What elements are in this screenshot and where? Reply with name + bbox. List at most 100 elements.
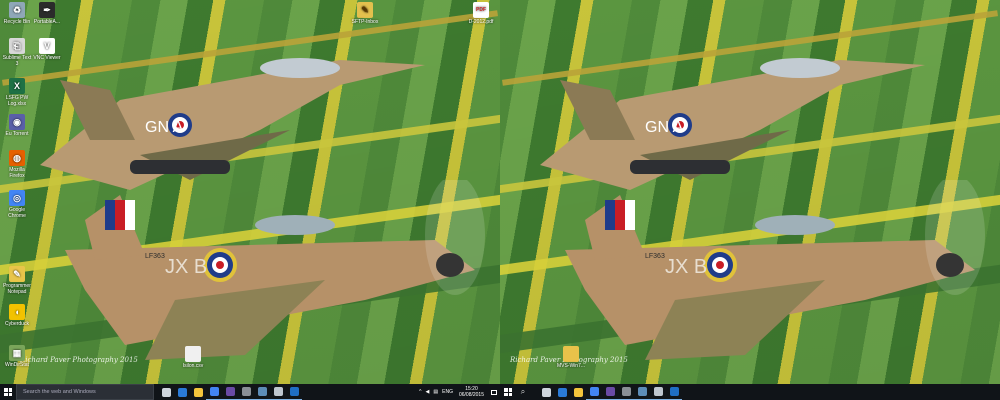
task-view-2-icon [541, 387, 551, 397]
putty-2-icon [637, 387, 647, 396]
desktop-icon-label: VNC Viewer [33, 55, 61, 61]
recycle-bin-icon: ♻ [9, 2, 25, 18]
outlook-icon [289, 387, 299, 396]
sublime-text-icon: ⎗ [9, 38, 25, 54]
desktop-icon-sftp[interactable]: ✎ SFTP-Inbox [350, 2, 380, 25]
windows-logo-icon [4, 388, 12, 396]
vnc-viewer-icon: V [39, 38, 55, 54]
ftp-tool-icon: ✎ [357, 2, 373, 18]
desktop-icon-item[interactable]: ✎ Programmer Notepad [2, 266, 32, 295]
media-player-button-2[interactable] [602, 384, 618, 400]
desktop-icon-label: Mozilla Firefox [9, 167, 25, 179]
desktop-icon-item[interactable]: ◎ Google Chrome [2, 190, 32, 219]
app-grey-icon [241, 387, 251, 396]
search-input[interactable]: Search the web and Windows [16, 384, 154, 400]
edge-icon [177, 387, 187, 397]
taskbar: Search the web and Windows ^ ◀ ▤ ENG 15:… [0, 384, 500, 400]
edge-button[interactable] [174, 384, 190, 400]
app-grey-button-2[interactable] [618, 384, 634, 400]
outlook-button-2[interactable] [666, 384, 682, 400]
putty-button-2[interactable] [634, 384, 650, 400]
language-indicator[interactable]: ENG [442, 389, 453, 395]
start-button[interactable] [0, 384, 16, 400]
putty-button[interactable] [254, 384, 270, 400]
file-explorer-button-2[interactable] [570, 384, 586, 400]
desktop-icon-item[interactable]: ♻ Recycle Bin [2, 2, 32, 25]
network-tool-2-icon [653, 387, 663, 396]
typhoon-code-text-2: GN A [645, 119, 684, 136]
outlook-button[interactable] [286, 384, 302, 400]
file-explorer-2-icon [573, 387, 583, 397]
portable-apps-icon: ✒ [39, 2, 55, 18]
edge-2-icon [557, 387, 567, 397]
media-player-button[interactable] [222, 384, 238, 400]
desktop-icon-item[interactable]: ◍ Mozilla Firefox [2, 150, 32, 179]
text-file-icon [185, 346, 201, 362]
desktop-icon-item[interactable]: ▦ WinDirStat [2, 345, 32, 368]
excel-file-icon: X [9, 78, 25, 94]
windirstat-icon: ▦ [9, 345, 25, 361]
torrent-icon: ◉ [9, 114, 25, 130]
desktop-icon-label: MVS-Win7... [556, 363, 586, 369]
volume-icon[interactable]: ◀ [426, 389, 430, 395]
chrome-taskbar-button[interactable] [206, 384, 222, 400]
putty-icon [257, 387, 267, 396]
desktop-icon-item[interactable]: ⎗ Sublime Text 3 [2, 38, 32, 67]
search-icon[interactable]: ⌕ [516, 384, 530, 400]
desktop-wallpaper-2: GN A JX B LF363 Richard Paver Photograph… [500, 0, 1000, 384]
media-player-2-icon [605, 387, 615, 396]
desktop-icon-label: D-2012.pdf [468, 19, 494, 25]
hurricane-code-text: JX B [165, 256, 207, 278]
chevron-up-icon[interactable]: ^ [419, 389, 421, 395]
network-tool-icon [273, 387, 283, 396]
chrome-taskbar-icon [209, 387, 219, 396]
desktop-icon-label: Sublime Text 3 [2, 55, 32, 67]
media-player-icon [225, 387, 235, 396]
clock-date: 06/08/2015 [458, 392, 484, 398]
chrome-taskbar-2-icon [589, 387, 599, 396]
desktop-icon-mvs[interactable]: MVS-Win7... [556, 346, 586, 369]
desktop-icon-isilon[interactable]: Isilon.csv [178, 346, 208, 369]
desktop-icon-item[interactable]: ✒ PortableA... [32, 2, 62, 25]
typhoon-jet-image: GN A [40, 40, 440, 200]
hurricane-plane-image: JX B LF363 [65, 180, 495, 370]
chrome-taskbar-button-2[interactable] [586, 384, 602, 400]
notepad-icon: ✎ [9, 266, 25, 282]
taskbar-apps-2 [538, 384, 682, 400]
typhoon-jet-image-2: GN A [540, 40, 940, 200]
left-monitor: GN A JX B LF363 Richard Paver Photograph… [0, 0, 500, 400]
network-tool-button[interactable] [270, 384, 286, 400]
desktop-icon-item[interactable]: ◖ Cyberduck [2, 304, 32, 327]
typhoon-code-text: GN A [145, 119, 184, 136]
desktop-icon-item[interactable]: V VNC Viewer [32, 38, 62, 61]
clock[interactable]: 15:20 06/08/2015 [455, 386, 488, 398]
file-explorer-button[interactable] [190, 384, 206, 400]
desktop-icon-pdf[interactable]: PDF D-2012.pdf [466, 2, 496, 25]
task-view-button-2[interactable] [538, 384, 554, 400]
task-view-button[interactable] [158, 384, 174, 400]
network-icon[interactable]: ▤ [433, 389, 438, 395]
outlook-2-icon [669, 387, 679, 396]
desktop-icon-label: Isilon.csv [182, 363, 204, 369]
desktop-icon-item[interactable]: X LSFG PW Log.xlsx [2, 78, 32, 107]
app-grey-2-icon [621, 387, 631, 396]
start-button-2[interactable] [500, 384, 516, 400]
edge-button-2[interactable] [554, 384, 570, 400]
pdf-file-icon: PDF [473, 2, 489, 18]
notification-icon[interactable] [488, 384, 500, 400]
hurricane-plane-image-2: JX B LF363 [565, 180, 995, 370]
right-monitor: GN A JX B LF363 Richard Paver Photograph… [500, 0, 1000, 400]
desktop-icon-label: PortableA... [33, 19, 61, 25]
system-tray: ^ ◀ ▤ ENG 15:20 06/08/2015 [417, 384, 500, 400]
network-tool-button-2[interactable] [650, 384, 666, 400]
folder-icon [563, 346, 579, 362]
app-grey-button[interactable] [238, 384, 254, 400]
desktop-wallpaper: GN A JX B LF363 Richard Paver Photograph… [0, 0, 500, 384]
desktop-icon-label: Cyberduck [5, 321, 29, 327]
chrome-icon: ◎ [9, 190, 25, 206]
desktop-icon-item[interactable]: ◉ Eu Torrent [2, 114, 32, 137]
hurricane-code-text-2: JX B [665, 256, 707, 278]
firefox-icon: ◍ [9, 150, 25, 166]
cyberduck-icon: ◖ [9, 304, 25, 320]
desktop-icon-label: Programmer Notepad [3, 283, 31, 295]
